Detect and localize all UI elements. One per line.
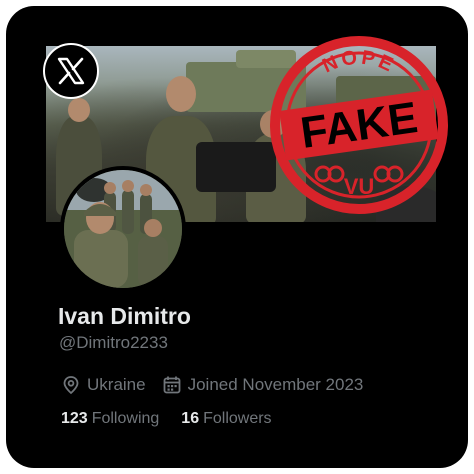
location-pin-icon (61, 375, 81, 395)
following-link[interactable]: 123 Following (61, 410, 159, 428)
x-logo-icon (43, 43, 99, 99)
profile-avatar[interactable] (60, 166, 186, 292)
avatar-photo (64, 170, 182, 288)
stamp-main-text: FAKE (298, 93, 421, 158)
profile-handle: @Dimitro2233 (59, 333, 168, 352)
profile-meta: Ukraine Joined November 2023 (61, 374, 363, 396)
profile-joined-date: Joined November 2023 (187, 375, 364, 394)
calendar-icon (162, 375, 182, 395)
profile-name: Ivan Dimitro (58, 303, 191, 329)
profile-location: Ukraine (87, 375, 146, 394)
follow-stats: 123 Following 16 Followers (61, 410, 272, 428)
stamp-top-text: NOPE (319, 46, 399, 77)
followers-link[interactable]: 16 Followers (181, 410, 271, 428)
fake-stamp: NOPE FAKE VU (270, 36, 448, 214)
profile-card: NOPE FAKE VU Ivan Dimitro @Dimitro2233 U… (6, 6, 468, 468)
followers-count: 16 (181, 410, 200, 427)
stamp-bottom-text: VU (344, 174, 375, 199)
following-label: Following (91, 410, 160, 427)
followers-label: Followers (203, 410, 272, 427)
following-count: 123 (61, 410, 88, 427)
